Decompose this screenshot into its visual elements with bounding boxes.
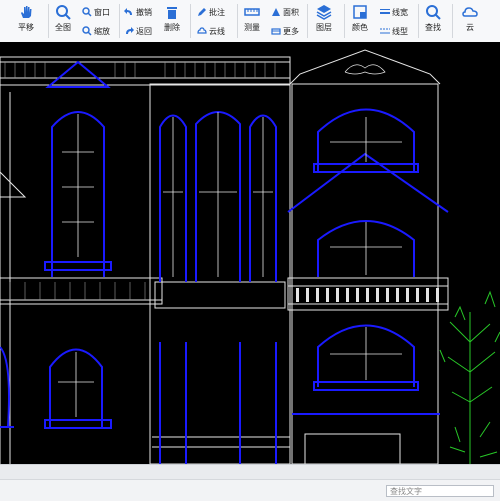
linewidth-button[interactable]: 线宽 — [380, 6, 408, 18]
window-zoom-button[interactable]: 窗口 — [82, 6, 110, 18]
area-button[interactable]: 面积 — [271, 6, 299, 18]
linewidth-label: 线宽 — [392, 7, 408, 17]
status-bar: 查找文字 — [0, 464, 500, 501]
pencil-icon — [198, 8, 206, 16]
zoom-button[interactable]: 缩放 — [82, 25, 110, 37]
cloudline-icon — [197, 27, 207, 34]
pan-label: 平移 — [18, 23, 34, 32]
more-icon — [271, 28, 281, 35]
search-icon — [426, 5, 441, 20]
undo-button[interactable]: 撤销 — [124, 6, 152, 18]
fit-label: 全图 — [55, 23, 71, 32]
back-label: 返回 — [136, 26, 152, 36]
delete-label: 删除 — [164, 23, 180, 32]
separator — [119, 4, 120, 38]
cloudline-button[interactable]: 云线 — [197, 25, 225, 37]
annotate-label: 批注 — [209, 7, 225, 17]
zoom-icon — [82, 26, 92, 36]
layers-icon — [316, 5, 332, 20]
undo-icon — [124, 8, 132, 15]
linetype-icon — [380, 28, 390, 34]
zoom-window-icon — [82, 7, 92, 17]
measure-label: 测量 — [244, 23, 260, 32]
separator — [190, 4, 191, 38]
find-label: 查找 — [425, 23, 441, 32]
area-label: 面积 — [283, 7, 299, 17]
back-button[interactable]: 返回 — [124, 25, 152, 37]
color-icon — [353, 5, 367, 19]
measure-button[interactable]: 测量 — [244, 4, 260, 33]
linewidth-icon — [380, 9, 390, 14]
villa-elevation-drawing — [0, 49, 500, 464]
cloudline-label: 云线 — [209, 26, 225, 36]
cloud-button[interactable]: 云 — [462, 4, 478, 33]
linetype-label: 线型 — [392, 26, 408, 36]
toolbar: 平移 全图 窗口 缩放 撤销 返回 删除 批注 云线 测量 面积 更多 图层 颜… — [0, 0, 500, 43]
color-button[interactable]: 颜色 — [352, 4, 368, 33]
undo-label: 撤销 — [136, 7, 152, 17]
linetype-button[interactable]: 线型 — [380, 25, 408, 37]
separator — [237, 4, 238, 38]
separator — [307, 4, 308, 38]
cloud-icon — [462, 7, 478, 17]
back-arrow-icon — [126, 27, 134, 34]
color-label: 颜色 — [352, 23, 368, 32]
find-button[interactable]: 查找 — [425, 4, 441, 33]
search-text-input[interactable]: 查找文字 — [386, 485, 494, 497]
layers-label: 图层 — [316, 23, 332, 32]
zoom-label: 缩放 — [94, 26, 110, 36]
fit-button[interactable]: 全图 — [55, 4, 71, 33]
more-button[interactable]: 更多 — [271, 25, 299, 37]
window-label: 窗口 — [94, 7, 110, 17]
hand-icon — [21, 6, 32, 18]
separator — [452, 4, 453, 38]
zoom-extents-icon — [56, 5, 71, 20]
more-label: 更多 — [283, 26, 299, 36]
command-strip — [0, 465, 500, 480]
separator — [48, 4, 49, 38]
cloud-label: 云 — [466, 23, 474, 32]
drawing-canvas[interactable] — [0, 42, 500, 464]
trash-icon — [167, 7, 177, 19]
annotate-button[interactable]: 批注 — [197, 6, 225, 18]
separator — [344, 4, 345, 38]
layers-button[interactable]: 图层 — [316, 4, 332, 33]
ruler-icon — [244, 8, 260, 16]
delete-button[interactable]: 删除 — [164, 4, 180, 33]
search-placeholder: 查找文字 — [390, 487, 422, 496]
separator — [418, 4, 419, 38]
area-icon — [272, 8, 280, 16]
pan-button[interactable]: 平移 — [18, 4, 34, 33]
